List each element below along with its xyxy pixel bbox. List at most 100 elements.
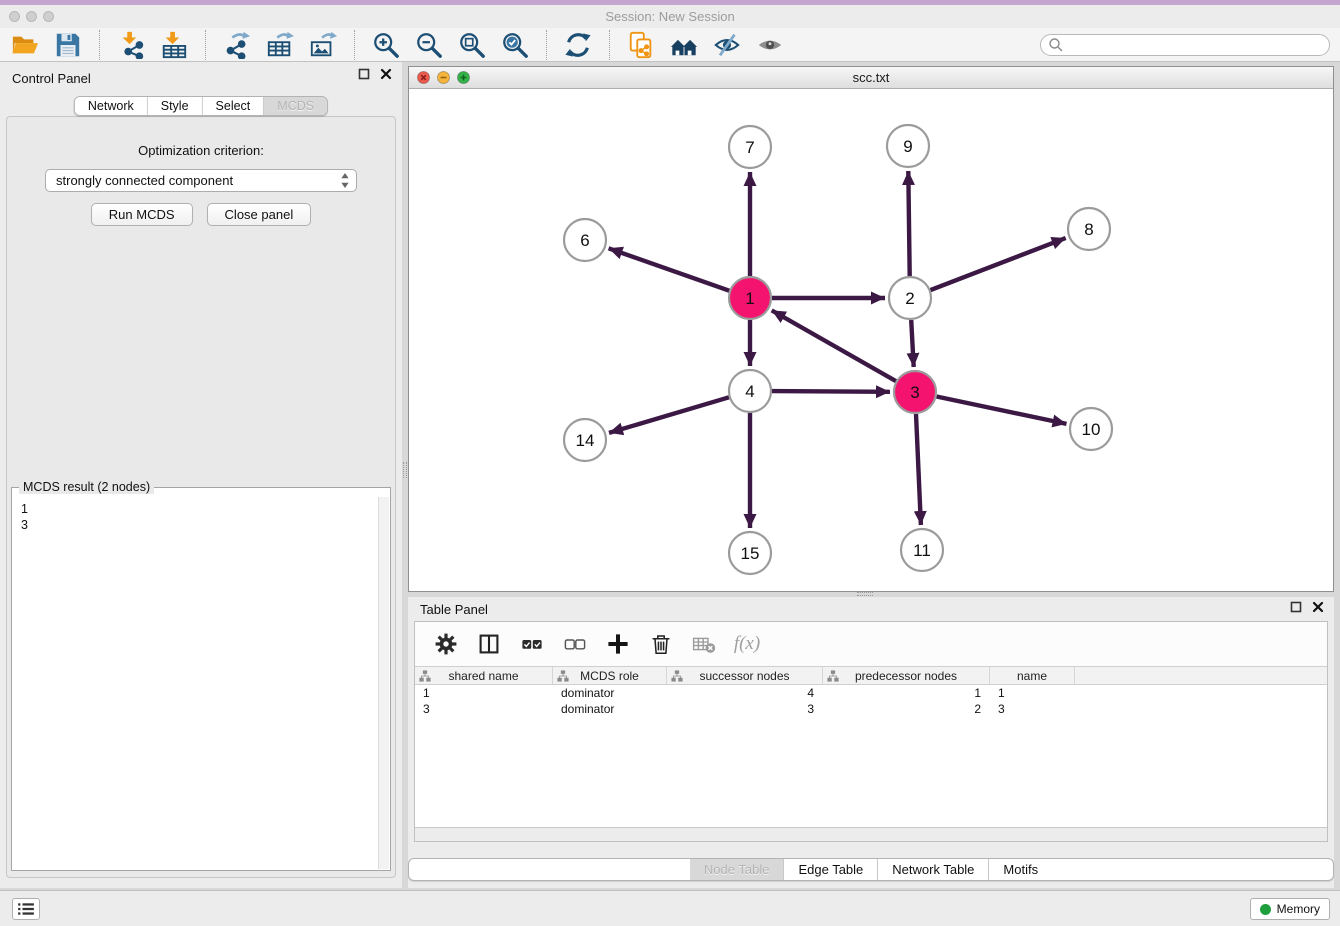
optimization-criterion-label: Optimization criterion:	[7, 143, 395, 158]
toolbar-separator	[99, 30, 100, 60]
add-icon[interactable]	[605, 631, 631, 657]
node-table-container: f(x) shared name MCDS role successor nodes…	[414, 621, 1328, 842]
tab-node-table[interactable]: Node Table	[690, 859, 785, 880]
graph-edge-3-11[interactable]	[916, 414, 921, 525]
float-panel-icon[interactable]	[358, 68, 370, 80]
save-icon[interactable]	[53, 30, 83, 60]
function-icon[interactable]: f(x)	[734, 631, 760, 657]
table-horizontal-scrollbar[interactable]	[415, 827, 1327, 841]
column-header-shared-name[interactable]: shared name	[415, 667, 553, 684]
tab-mcds[interactable]: MCDS	[264, 97, 327, 115]
table-panel-title: Table Panel	[420, 602, 488, 617]
select-all-icon[interactable]	[519, 631, 545, 657]
deselect-all-icon[interactable]	[562, 631, 588, 657]
show-icon[interactable]	[755, 30, 785, 60]
mcds-result-text[interactable]: 13	[13, 497, 377, 869]
table-cell[interactable]: 1	[990, 685, 1075, 701]
hide-icon[interactable]	[712, 30, 742, 60]
criterion-select[interactable]: strongly connected component	[45, 169, 357, 192]
run-mcds-button[interactable]: Run MCDS	[91, 203, 193, 226]
tab-edge-table[interactable]: Edge Table	[784, 859, 878, 880]
graph-edge-4-14[interactable]	[609, 397, 729, 433]
tab-style[interactable]: Style	[148, 97, 203, 115]
tree-icon	[557, 670, 569, 682]
graph-edge-3-1[interactable]	[772, 310, 896, 381]
graph-node-label: 2	[905, 289, 914, 308]
float-panel-icon[interactable]	[1290, 601, 1302, 613]
import-network-icon[interactable]	[116, 30, 146, 60]
vertical-splitter-handle[interactable]	[403, 462, 407, 478]
graph-edge-2-8[interactable]	[931, 238, 1066, 290]
table-cell[interactable]: 4	[667, 685, 823, 701]
column-header-predecessor-nodes[interactable]: predecessor nodes	[823, 667, 990, 684]
tab-network-table[interactable]: Network Table	[878, 859, 989, 880]
graph-edge-2-9[interactable]	[908, 171, 909, 276]
graph-edge-4-3[interactable]	[772, 391, 890, 392]
list-icon	[17, 902, 35, 916]
import-table-icon[interactable]	[159, 30, 189, 60]
memory-button[interactable]: Memory	[1250, 898, 1330, 920]
close-panel-icon[interactable]	[1312, 601, 1324, 613]
main-toolbar	[0, 28, 1340, 62]
horizontal-splitter-handle[interactable]	[857, 592, 873, 596]
table-cell[interactable]: 1	[415, 685, 553, 701]
table-row[interactable]: 1dominator411	[415, 685, 1327, 701]
search-icon	[1048, 37, 1064, 53]
clone-network-icon[interactable]	[626, 30, 656, 60]
close-light[interactable]	[417, 71, 430, 84]
tab-network[interactable]: Network	[75, 97, 148, 115]
tab-motifs[interactable]: Motifs	[989, 859, 1052, 880]
zoom-light[interactable]	[457, 71, 470, 84]
export-table-icon[interactable]	[265, 30, 295, 60]
trash-icon[interactable]	[648, 631, 674, 657]
export-network-icon[interactable]	[222, 30, 252, 60]
column-header-label: MCDS role	[580, 669, 639, 683]
graph-edge-1-6[interactable]	[609, 248, 730, 290]
close-panel-button[interactable]: Close panel	[207, 203, 312, 226]
table-cell[interactable]: 3	[415, 701, 553, 717]
graph-node-label: 4	[745, 382, 754, 401]
first-neighbors-icon[interactable]	[669, 30, 699, 60]
column-header-name[interactable]: name	[990, 667, 1075, 684]
memory-status-dot	[1260, 904, 1271, 915]
open-file-icon[interactable]	[10, 30, 40, 60]
task-history-button[interactable]	[12, 898, 40, 920]
export-image-icon[interactable]	[308, 30, 338, 60]
refresh-icon[interactable]	[563, 30, 593, 60]
columns-icon[interactable]	[476, 631, 502, 657]
column-header-successor-nodes[interactable]: successor nodes	[667, 667, 823, 684]
graph-edge-2-3[interactable]	[911, 320, 914, 367]
mcds-result-line: 1	[21, 501, 377, 517]
zoom-out-icon[interactable]	[414, 30, 444, 60]
table-cell[interactable]: 3	[667, 701, 823, 717]
mcds-panel-body: Optimization criterion: strongly connect…	[6, 116, 396, 878]
table-cell[interactable]: dominator	[553, 685, 667, 701]
memory-button-label: Memory	[1277, 902, 1320, 916]
graph-edge-3-10[interactable]	[937, 397, 1067, 424]
network-window-titlebar[interactable]: scc.txt	[409, 67, 1333, 89]
close-panel-icon[interactable]	[380, 68, 392, 80]
table-cell[interactable]: dominator	[553, 701, 667, 717]
network-canvas[interactable]: 7968124314101511	[409, 89, 1333, 591]
minimize-light[interactable]	[437, 71, 450, 84]
gear-icon[interactable]	[433, 631, 459, 657]
criterion-selected-value: strongly connected component	[56, 173, 340, 188]
result-scrollbar[interactable]	[378, 497, 389, 869]
column-header-mcds-role[interactable]: MCDS role	[553, 667, 667, 684]
table-cell[interactable]: 2	[823, 701, 990, 717]
mcds-result-title: MCDS result (2 nodes)	[19, 480, 154, 494]
table-cell[interactable]: 3	[990, 701, 1075, 717]
table-row[interactable]: 3dominator323	[415, 701, 1327, 717]
table-header-row: shared name MCDS role successor nodesprede…	[415, 666, 1327, 685]
table-tabs: Node TableEdge TableNetwork TableMotifs	[408, 858, 1334, 881]
network-window-title: scc.txt	[409, 70, 1333, 85]
table-cell[interactable]: 1	[823, 685, 990, 701]
select-stepper-icon	[340, 172, 350, 189]
delete-table-icon[interactable]	[691, 631, 717, 657]
search-input[interactable]	[1040, 34, 1330, 56]
graph-node-label: 14	[576, 431, 595, 450]
tab-select[interactable]: Select	[203, 97, 265, 115]
zoom-selected-icon[interactable]	[500, 30, 530, 60]
zoom-fit-icon[interactable]	[457, 30, 487, 60]
zoom-in-icon[interactable]	[371, 30, 401, 60]
